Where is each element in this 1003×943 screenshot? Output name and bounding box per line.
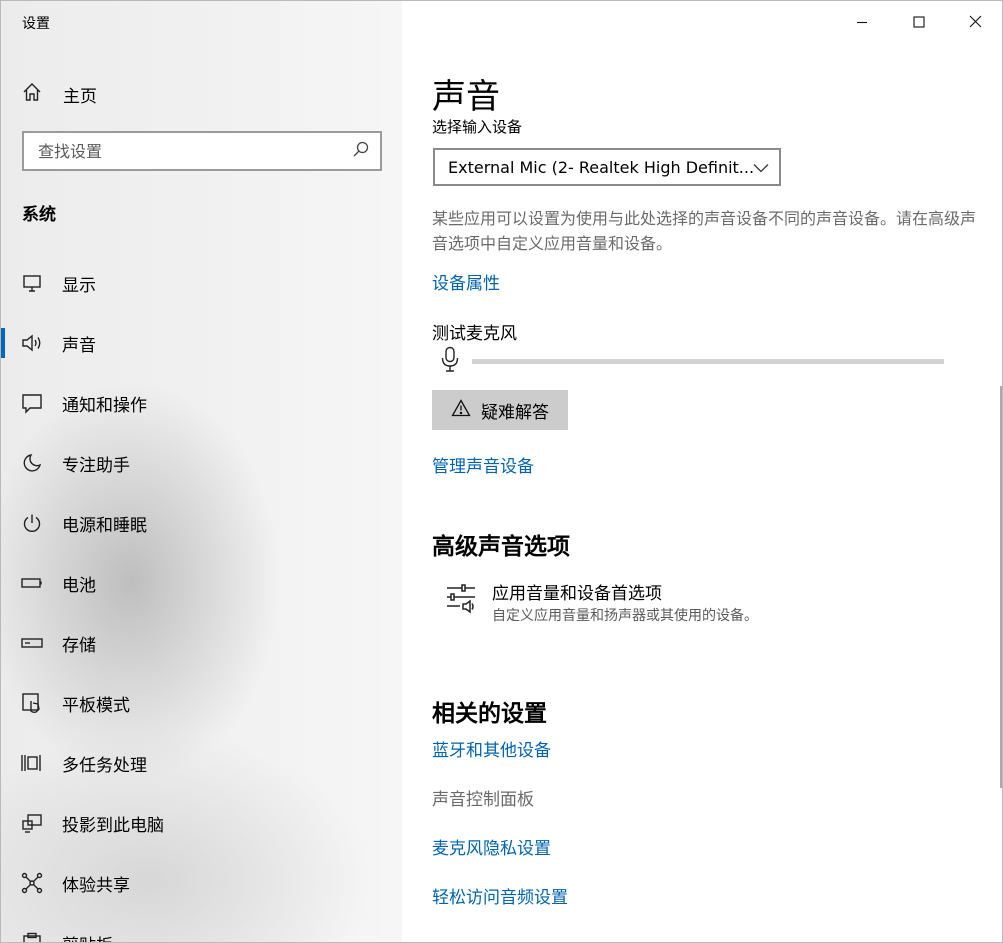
- sidebar-item-multitasking[interactable]: 多任务处理: [1, 733, 402, 793]
- sidebar: 设置 主页 系统 显示: [1, 1, 402, 943]
- device-properties-link[interactable]: 设备属性: [432, 269, 500, 294]
- storage-icon: [21, 632, 43, 654]
- sidebar-item-label: 剪贴板: [62, 931, 113, 943]
- minimize-button[interactable]: [833, 1, 890, 43]
- home-label: 主页: [63, 86, 97, 107]
- search-input[interactable]: [38, 141, 338, 161]
- home-icon: [21, 81, 43, 107]
- sidebar-item-label: 体验共享: [62, 875, 130, 896]
- sidebar-item-label: 存储: [62, 635, 96, 656]
- scrollbar[interactable]: [1000, 386, 1002, 788]
- close-icon: [969, 13, 982, 32]
- nav-list: 显示 声音 通知和操作 专注助手 电源和睡眠 电池 存储 平板模式 多任务处理 …: [1, 253, 402, 943]
- sidebar-item-tablet-mode[interactable]: 平板模式: [1, 673, 402, 733]
- mic-level-row: [440, 346, 944, 376]
- app-title: 设置: [22, 16, 50, 32]
- sidebar-item-label: 显示: [62, 275, 96, 296]
- settings-window: 设置 主页 系统 显示: [0, 0, 1003, 943]
- multitask-icon: [21, 752, 43, 774]
- window-controls: [833, 1, 1002, 43]
- input-device-label: 选择输入设备: [432, 119, 522, 134]
- maximize-button[interactable]: [890, 1, 947, 43]
- related-settings-heading: 相关的设置: [432, 701, 547, 727]
- minimize-icon: [856, 13, 868, 32]
- search-box[interactable]: [22, 131, 382, 171]
- sidebar-item-label: 多任务处理: [62, 755, 147, 776]
- sidebar-item-notifications[interactable]: 通知和操作: [1, 373, 402, 433]
- sidebar-item-label: 通知和操作: [62, 395, 147, 416]
- advanced-heading: 高级声音选项: [432, 534, 570, 560]
- sidebar-item-label: 平板模式: [62, 695, 130, 716]
- section-title: 系统: [22, 205, 56, 225]
- sidebar-item-label: 电源和睡眠: [62, 515, 147, 536]
- bluetooth-devices-link[interactable]: 蓝牙和其他设备: [432, 736, 551, 761]
- input-device-description: 某些应用可以设置为使用与此处选择的声音设备不同的声音设备。请在高级声音选项中自定…: [432, 209, 977, 253]
- sound-control-panel-link[interactable]: 声音控制面板: [432, 785, 534, 810]
- battery-icon: [21, 572, 43, 594]
- app-volume-title: 应用音量和设备首选项: [492, 584, 662, 604]
- notification-icon: [21, 392, 43, 414]
- sidebar-item-project-to-pc[interactable]: 投影到此电脑: [1, 793, 402, 853]
- app-volume-description: 自定义应用音量和扬声器或其使用的设备。: [492, 608, 758, 624]
- mic-level-meter: [472, 358, 944, 364]
- warning-icon: [451, 399, 471, 421]
- display-icon: [21, 272, 43, 294]
- manage-sound-devices-link[interactable]: 管理声音设备: [432, 452, 534, 477]
- page-title: 声音: [432, 77, 500, 117]
- troubleshoot-label: 疑难解答: [481, 402, 549, 423]
- search-icon[interactable]: [352, 140, 370, 162]
- sidebar-item-storage[interactable]: 存储: [1, 613, 402, 673]
- mic-privacy-link[interactable]: 麦克风隐私设置: [432, 834, 551, 859]
- project-icon: [21, 812, 43, 834]
- sidebar-item-label: 专注助手: [62, 455, 130, 476]
- home-button[interactable]: 主页: [21, 79, 97, 109]
- troubleshoot-button[interactable]: 疑难解答: [432, 390, 568, 430]
- close-button[interactable]: [947, 1, 1002, 43]
- main-panel: 声音 选择输入设备 External Mic (2- Realtek High …: [402, 1, 1002, 942]
- app-volume-texts: 应用音量和设备首选项 自定义应用音量和扬声器或其使用的设备。: [492, 583, 758, 627]
- app-volume-preferences-item[interactable]: 应用音量和设备首选项 自定义应用音量和扬声器或其使用的设备。: [446, 583, 758, 627]
- test-mic-label: 测试麦克风: [432, 324, 517, 344]
- moon-icon: [21, 452, 43, 474]
- sidebar-item-battery[interactable]: 电池: [1, 553, 402, 613]
- chevron-down-icon: [753, 158, 769, 177]
- sidebar-item-shared-experiences[interactable]: 体验共享: [1, 853, 402, 913]
- input-device-dropdown[interactable]: External Mic (2- Realtek High Definit...: [433, 148, 781, 186]
- sidebar-item-label: 电池: [62, 575, 96, 596]
- clipboard-icon: [21, 932, 43, 942]
- power-icon: [21, 512, 43, 534]
- sidebar-item-focus-assist[interactable]: 专注助手: [1, 433, 402, 493]
- sidebar-item-label: 声音: [62, 335, 96, 356]
- input-device-value: External Mic (2- Realtek High Definit...: [448, 157, 753, 177]
- sidebar-item-label: 投影到此电脑: [62, 815, 164, 836]
- tablet-icon: [21, 692, 43, 714]
- share-icon: [21, 872, 43, 894]
- input-device-label-text: 选择输入设备: [432, 119, 523, 134]
- sidebar-item-display[interactable]: 显示: [1, 253, 402, 313]
- maximize-icon: [912, 13, 925, 32]
- sliders-speaker-icon: [446, 583, 478, 627]
- microphone-icon: [440, 346, 460, 376]
- speaker-icon: [21, 332, 43, 354]
- sidebar-item-clipboard[interactable]: 剪贴板: [1, 913, 402, 943]
- sidebar-item-power[interactable]: 电源和睡眠: [1, 493, 402, 553]
- sidebar-item-sound[interactable]: 声音: [1, 313, 402, 373]
- ease-of-access-audio-link[interactable]: 轻松访问音频设置: [432, 883, 568, 908]
